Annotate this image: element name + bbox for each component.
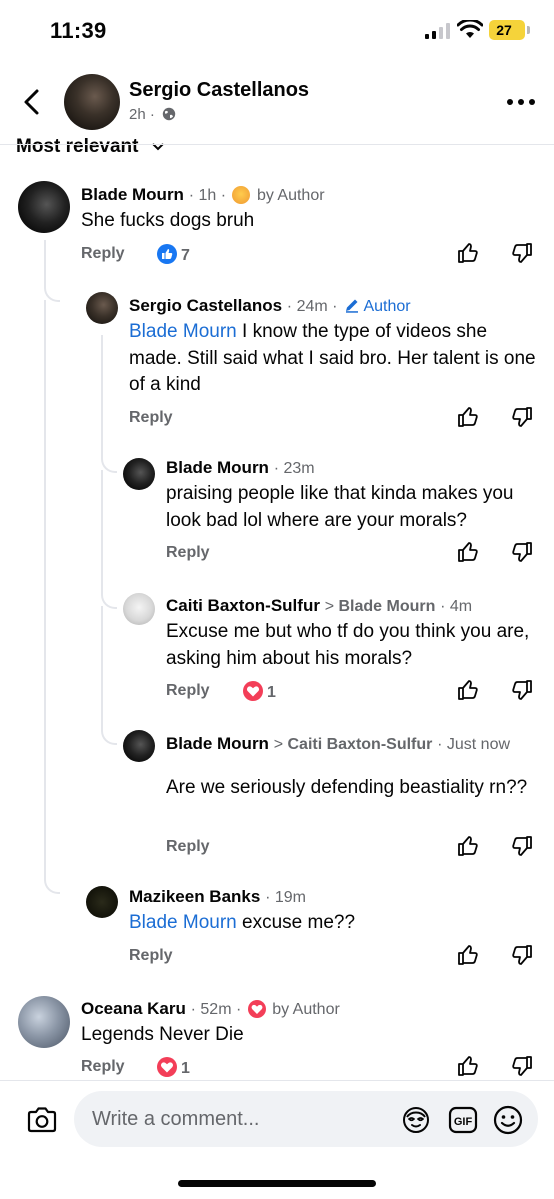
post-header: Sergio Castellanos 2h ·: [0, 62, 554, 144]
love-icon: [157, 1057, 177, 1077]
reaction-summary[interactable]: 7: [157, 244, 190, 265]
thread-line: [101, 606, 103, 731]
thumbs-up-icon[interactable]: [457, 406, 479, 428]
comment-input-placeholder: Write a comment...: [92, 1108, 260, 1130]
more-dot: [518, 99, 524, 105]
author-avatar[interactable]: [64, 74, 120, 130]
commenter-name[interactable]: Mazikeen Banks · 19m: [129, 887, 306, 907]
thumbs-up-icon[interactable]: [457, 1055, 479, 1077]
thumbs-down-icon[interactable]: [511, 541, 533, 563]
commenter-name[interactable]: Blade Mourn · 23m: [166, 458, 315, 478]
commenter-avatar[interactable]: [123, 730, 155, 762]
commenter-avatar[interactable]: [18, 181, 70, 233]
thumbs-down-icon[interactable]: [511, 835, 533, 857]
thumbs-down-icon[interactable]: [511, 242, 533, 264]
thumbs-down-icon[interactable]: [511, 406, 533, 428]
commenter-avatar[interactable]: [123, 593, 155, 625]
commenter-name[interactable]: Oceana Karu · 52m · by Author: [81, 999, 340, 1019]
battery-cap: [527, 26, 530, 34]
thumbs-up-icon[interactable]: [457, 835, 479, 857]
avatar-sticker-icon[interactable]: [402, 1106, 430, 1134]
comment-text: praising people like that kinda makes yo…: [166, 483, 514, 531]
globe-icon: [162, 107, 176, 121]
comment-text: Legends Never Die: [81, 1024, 244, 1045]
thread-line: [101, 335, 103, 459]
commenter-avatar[interactable]: [123, 458, 155, 490]
commenter-avatar[interactable]: [18, 996, 70, 1048]
commenter-name[interactable]: Blade Mourn > Caiti Baxton-Sulfur · Just…: [166, 734, 526, 754]
emoji-icon[interactable]: [493, 1105, 523, 1135]
mention-link[interactable]: Blade Mourn: [129, 912, 237, 933]
love-icon: [243, 681, 263, 701]
svg-text:GIF: GIF: [454, 1116, 473, 1128]
reply-button[interactable]: Reply: [129, 409, 173, 427]
thumbs-up-icon[interactable]: [457, 944, 479, 966]
battery-level: 27: [496, 22, 512, 38]
signal-icon: [425, 23, 450, 39]
commenter-name[interactable]: Sergio Castellanos · 24m · Author: [129, 296, 411, 316]
reply-button[interactable]: Reply: [129, 947, 173, 965]
thread-line: [44, 300, 46, 880]
camera-icon[interactable]: [26, 1106, 58, 1134]
comment-text: Are we seriously defending beastiality r…: [166, 777, 528, 798]
sort-dropdown[interactable]: Most relevant: [16, 138, 216, 156]
reaction-summary[interactable]: 1: [157, 1057, 190, 1078]
post-time: 2h: [129, 106, 146, 123]
commenter-avatar[interactable]: [86, 292, 118, 324]
sort-label: Most relevant: [16, 138, 139, 156]
gif-icon[interactable]: GIF: [448, 1106, 478, 1134]
thread-connector: [101, 729, 117, 745]
chevron-down-icon: [152, 143, 164, 151]
thumbs-up-icon[interactable]: [457, 541, 479, 563]
thread-connector: [101, 593, 117, 609]
thumbs-down-icon[interactable]: [511, 1055, 533, 1077]
mention-link[interactable]: Blade Mourn: [129, 321, 237, 342]
thumbs-down-icon[interactable]: [511, 944, 533, 966]
thread-line: [44, 240, 46, 288]
love-icon: [247, 1000, 266, 1018]
more-dot: [507, 99, 513, 105]
comment-text: Excuse me but who tf do you think you ar…: [166, 621, 530, 669]
comment-text: Blade Mourn I know the type of videos sh…: [129, 321, 536, 395]
reply-button[interactable]: Reply: [166, 682, 210, 700]
thumbs-up-icon[interactable]: [457, 242, 479, 264]
wifi-icon: [457, 20, 483, 38]
reply-button[interactable]: Reply: [166, 544, 210, 562]
commenter-avatar[interactable]: [86, 886, 118, 918]
thread-line: [101, 470, 103, 595]
comment-text: Blade Mourn excuse me??: [129, 912, 356, 933]
reaction-summary[interactable]: 1: [243, 681, 276, 702]
battery-indicator: 27: [489, 20, 525, 40]
thread-connector: [101, 457, 117, 473]
reply-button[interactable]: Reply: [81, 1058, 125, 1076]
back-arrow-icon[interactable]: [18, 86, 48, 118]
thread-connector: [44, 286, 60, 302]
like-icon: [157, 244, 177, 264]
reply-button[interactable]: Reply: [166, 838, 210, 856]
commenter-name[interactable]: Caiti Baxton-Sulfur > Blade Mourn · 4m: [166, 596, 472, 616]
thumbs-up-icon[interactable]: [457, 679, 479, 701]
thread-connector: [44, 878, 60, 894]
reply-button[interactable]: Reply: [81, 245, 125, 263]
thumbs-down-icon[interactable]: [511, 679, 533, 701]
commenter-name[interactable]: Blade Mourn · 1h · by Author: [81, 185, 325, 205]
pencil-icon: [345, 299, 358, 313]
author-name[interactable]: Sergio Castellanos: [129, 79, 309, 102]
home-indicator[interactable]: [178, 1180, 376, 1187]
header-divider: [0, 144, 554, 145]
status-time: 11:39: [50, 18, 107, 43]
comment-text: She fucks dogs bruh: [81, 210, 255, 231]
status-bar: 11:39 27: [0, 0, 554, 62]
more-dot: [529, 99, 535, 105]
post-meta: 2h ·: [129, 106, 176, 123]
more-options-button[interactable]: [504, 92, 538, 112]
hug-emoji-icon: [232, 186, 251, 204]
